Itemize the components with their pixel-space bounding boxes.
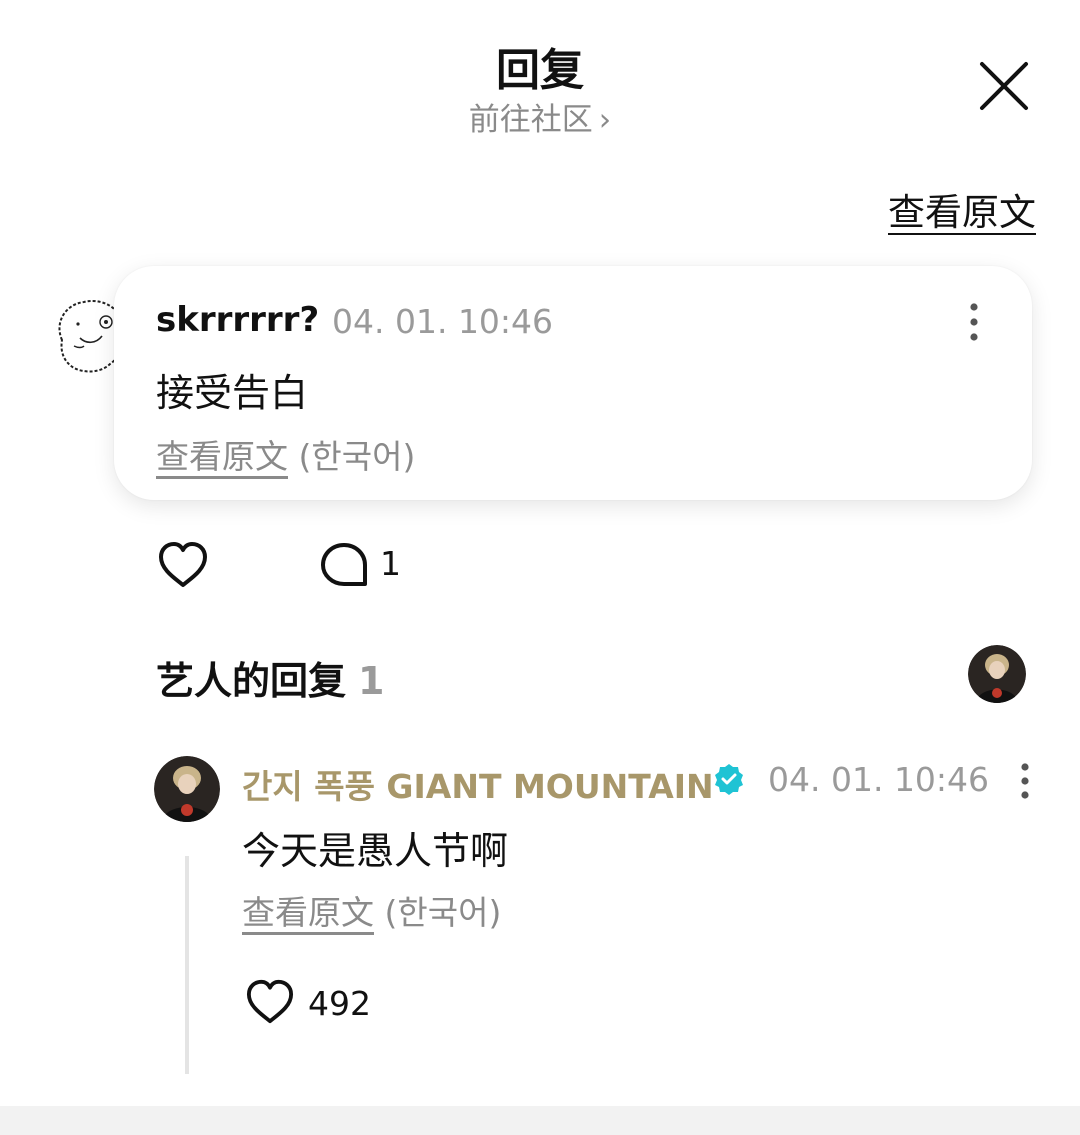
artist-name[interactable]: 간지 폭풍 GIANT MOUNTAIN [242, 760, 714, 808]
comment-timestamp: 04. 01. 10:46 [332, 302, 554, 341]
thread-line [185, 856, 189, 1074]
comment-view-original: 查看原文 (한국어) [156, 430, 415, 478]
close-icon[interactable] [976, 58, 1032, 114]
go-to-community-label: 前往社区 [468, 102, 593, 138]
page-title: 回复 [496, 45, 584, 96]
more-options-icon[interactable] [1019, 762, 1031, 800]
reply-count: 1 [380, 544, 401, 583]
original-language-label: (한국어) [384, 893, 502, 932]
verified-badge-icon [715, 764, 743, 795]
heart-icon[interactable] [244, 978, 296, 1026]
artist-avatar-small[interactable] [968, 645, 1026, 703]
comment-card: skrrrrrr? 04. 01. 10:46 接受告白 查看原文 (한국어) [114, 266, 1032, 500]
artist-avatar[interactable] [154, 756, 220, 822]
original-language-label: (한국어) [298, 437, 416, 476]
artist-replies-title: 艺人的回复 [156, 659, 347, 703]
reply-bubble-icon[interactable] [318, 540, 370, 590]
reply-page: 回复 前往社区 › 查看原文 skrrrrrr? 04. 01. 10:46 接受… [0, 0, 1080, 1135]
artist-replies-count: 1 [358, 659, 385, 703]
artist-view-original: 查看原文 (한국어) [242, 886, 501, 934]
artist-reply-timestamp: 04. 01. 10:46 [768, 760, 990, 799]
go-to-community-link[interactable]: 前往社区 › [0, 94, 1080, 139]
more-options-icon[interactable] [968, 302, 980, 342]
chevron-right-icon: › [598, 102, 612, 138]
view-original-button[interactable]: 查看原文 [888, 182, 1036, 236]
bottom-bar [0, 1106, 1080, 1135]
comment-text: 接受告白 [156, 371, 309, 415]
heart-icon[interactable] [156, 540, 210, 590]
view-original-link[interactable]: 查看原文 [242, 893, 374, 932]
artist-replies-heading: 艺人的回复 1 [156, 650, 384, 705]
view-original-link[interactable]: 查看原文 [156, 437, 288, 476]
artist-reply-text: 今天是愚人节啊 [242, 829, 509, 873]
comment-username[interactable]: skrrrrrr? [156, 300, 319, 340]
like-count: 492 [308, 984, 371, 1023]
